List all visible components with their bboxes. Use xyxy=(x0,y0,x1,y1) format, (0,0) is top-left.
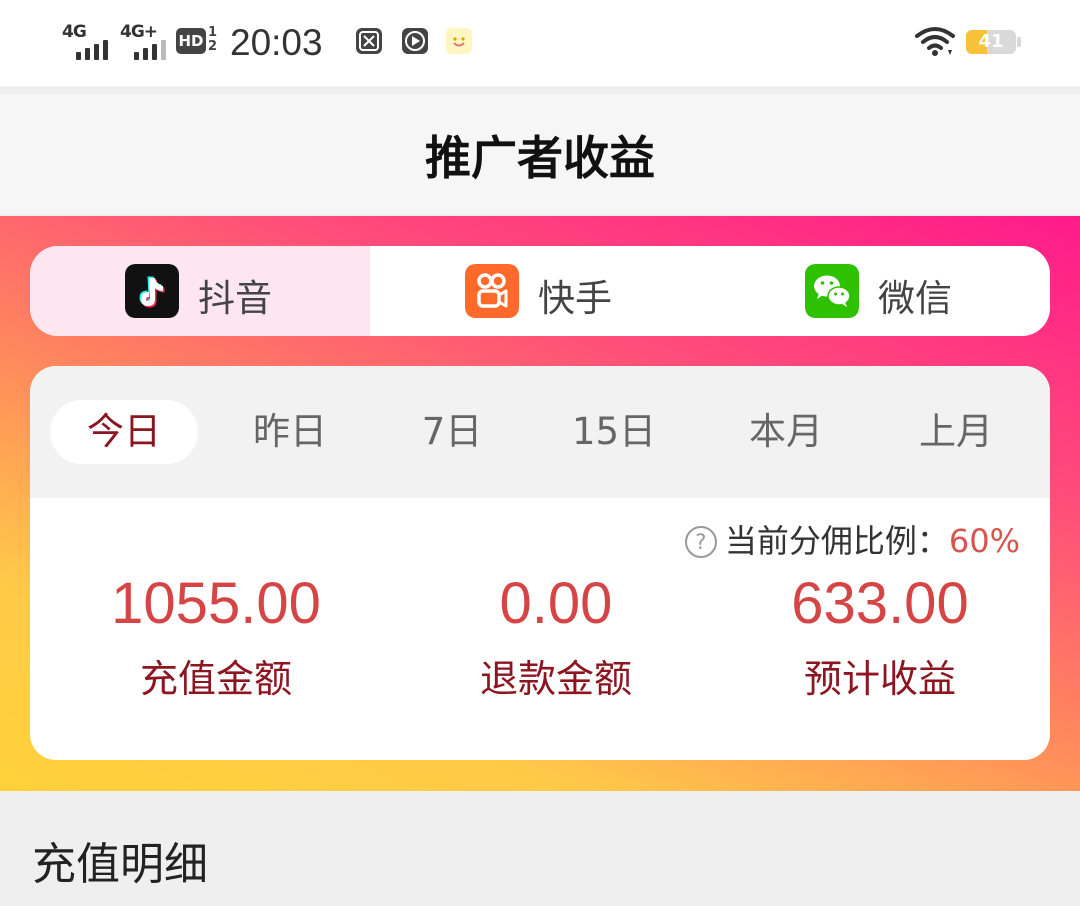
refund-amount-label: 退款金额 xyxy=(479,657,632,701)
stat-estimated-earnings: 633.00 预计收益 xyxy=(710,566,1050,703)
estimated-earnings-label: 预计收益 xyxy=(803,657,956,701)
platform-tabs: 抖音 快手 微信 xyxy=(30,246,1050,336)
period-yesterday[interactable]: 昨日 xyxy=(220,400,360,464)
hd-sub-bottom: 2 xyxy=(208,39,218,54)
recharge-amount-value: 1055.00 xyxy=(111,571,321,636)
page-title: 推广者收益 xyxy=(425,131,655,185)
tab-wechat[interactable]: 微信 xyxy=(710,246,1050,336)
stat-recharge: 1055.00 充值金额 xyxy=(46,566,386,703)
refund-amount-value: 0.00 xyxy=(499,571,613,636)
douyin-icon xyxy=(125,264,179,318)
help-icon[interactable]: ? xyxy=(684,526,717,558)
sim2-network-label: 4G+ xyxy=(120,22,158,42)
status-time: 20:03 xyxy=(230,22,323,63)
tab-douyin[interactable]: 抖音 xyxy=(30,246,370,336)
commission-label: 当前分佣比例： xyxy=(724,522,949,560)
tab-wechat-label: 微信 xyxy=(878,277,952,320)
recharge-details-title: 充值明细 xyxy=(32,839,208,890)
battery-icon: 41 xyxy=(966,30,1016,54)
battery-percent: 41 xyxy=(978,31,1004,52)
wifi-icon xyxy=(915,27,955,56)
period-15days[interactable]: 15日 xyxy=(544,400,684,464)
period-7days[interactable]: 7日 xyxy=(382,400,522,464)
hd-sim-index: 1 2 xyxy=(208,26,217,54)
recharge-amount-label: 充值金额 xyxy=(139,657,292,701)
period-last-month[interactable]: 上月 xyxy=(886,400,1026,464)
commission-ratio: ? 当前分佣比例：60% xyxy=(684,516,1020,562)
kuaishou-icon xyxy=(465,264,519,318)
smiley-app-icon xyxy=(446,28,472,54)
sim1-network-label: 4G xyxy=(62,22,87,42)
battery-tip xyxy=(1017,37,1021,47)
hd-sub-top: 1 xyxy=(208,25,218,40)
earnings-card: 今日 昨日 7日 15日 本月 上月 ? 当前分佣比例：60% 1055.00 充… xyxy=(30,366,1050,760)
commission-value: 60% xyxy=(948,522,1020,560)
period-today[interactable]: 今日 xyxy=(50,400,198,464)
signal-bars-icon xyxy=(76,40,116,60)
tab-kuaishou-label: 快手 xyxy=(538,277,612,320)
wechat-icon xyxy=(805,264,859,318)
period-selector: 今日 昨日 7日 15日 本月 上月 xyxy=(30,366,1050,498)
status-bar: 4G 4G+ HD 1 2 20:03 41 xyxy=(0,0,1080,86)
tab-douyin-label: 抖音 xyxy=(198,277,272,320)
hd-voice-icon: HD xyxy=(176,28,206,54)
stat-refund: 0.00 退款金额 xyxy=(386,566,726,703)
tab-kuaishou[interactable]: 快手 xyxy=(370,246,710,336)
screenshot-icon xyxy=(356,28,382,54)
period-this-month[interactable]: 本月 xyxy=(716,400,856,464)
signal-bars-icon xyxy=(134,40,174,60)
play-icon xyxy=(402,28,428,54)
estimated-earnings-value: 633.00 xyxy=(791,571,969,636)
